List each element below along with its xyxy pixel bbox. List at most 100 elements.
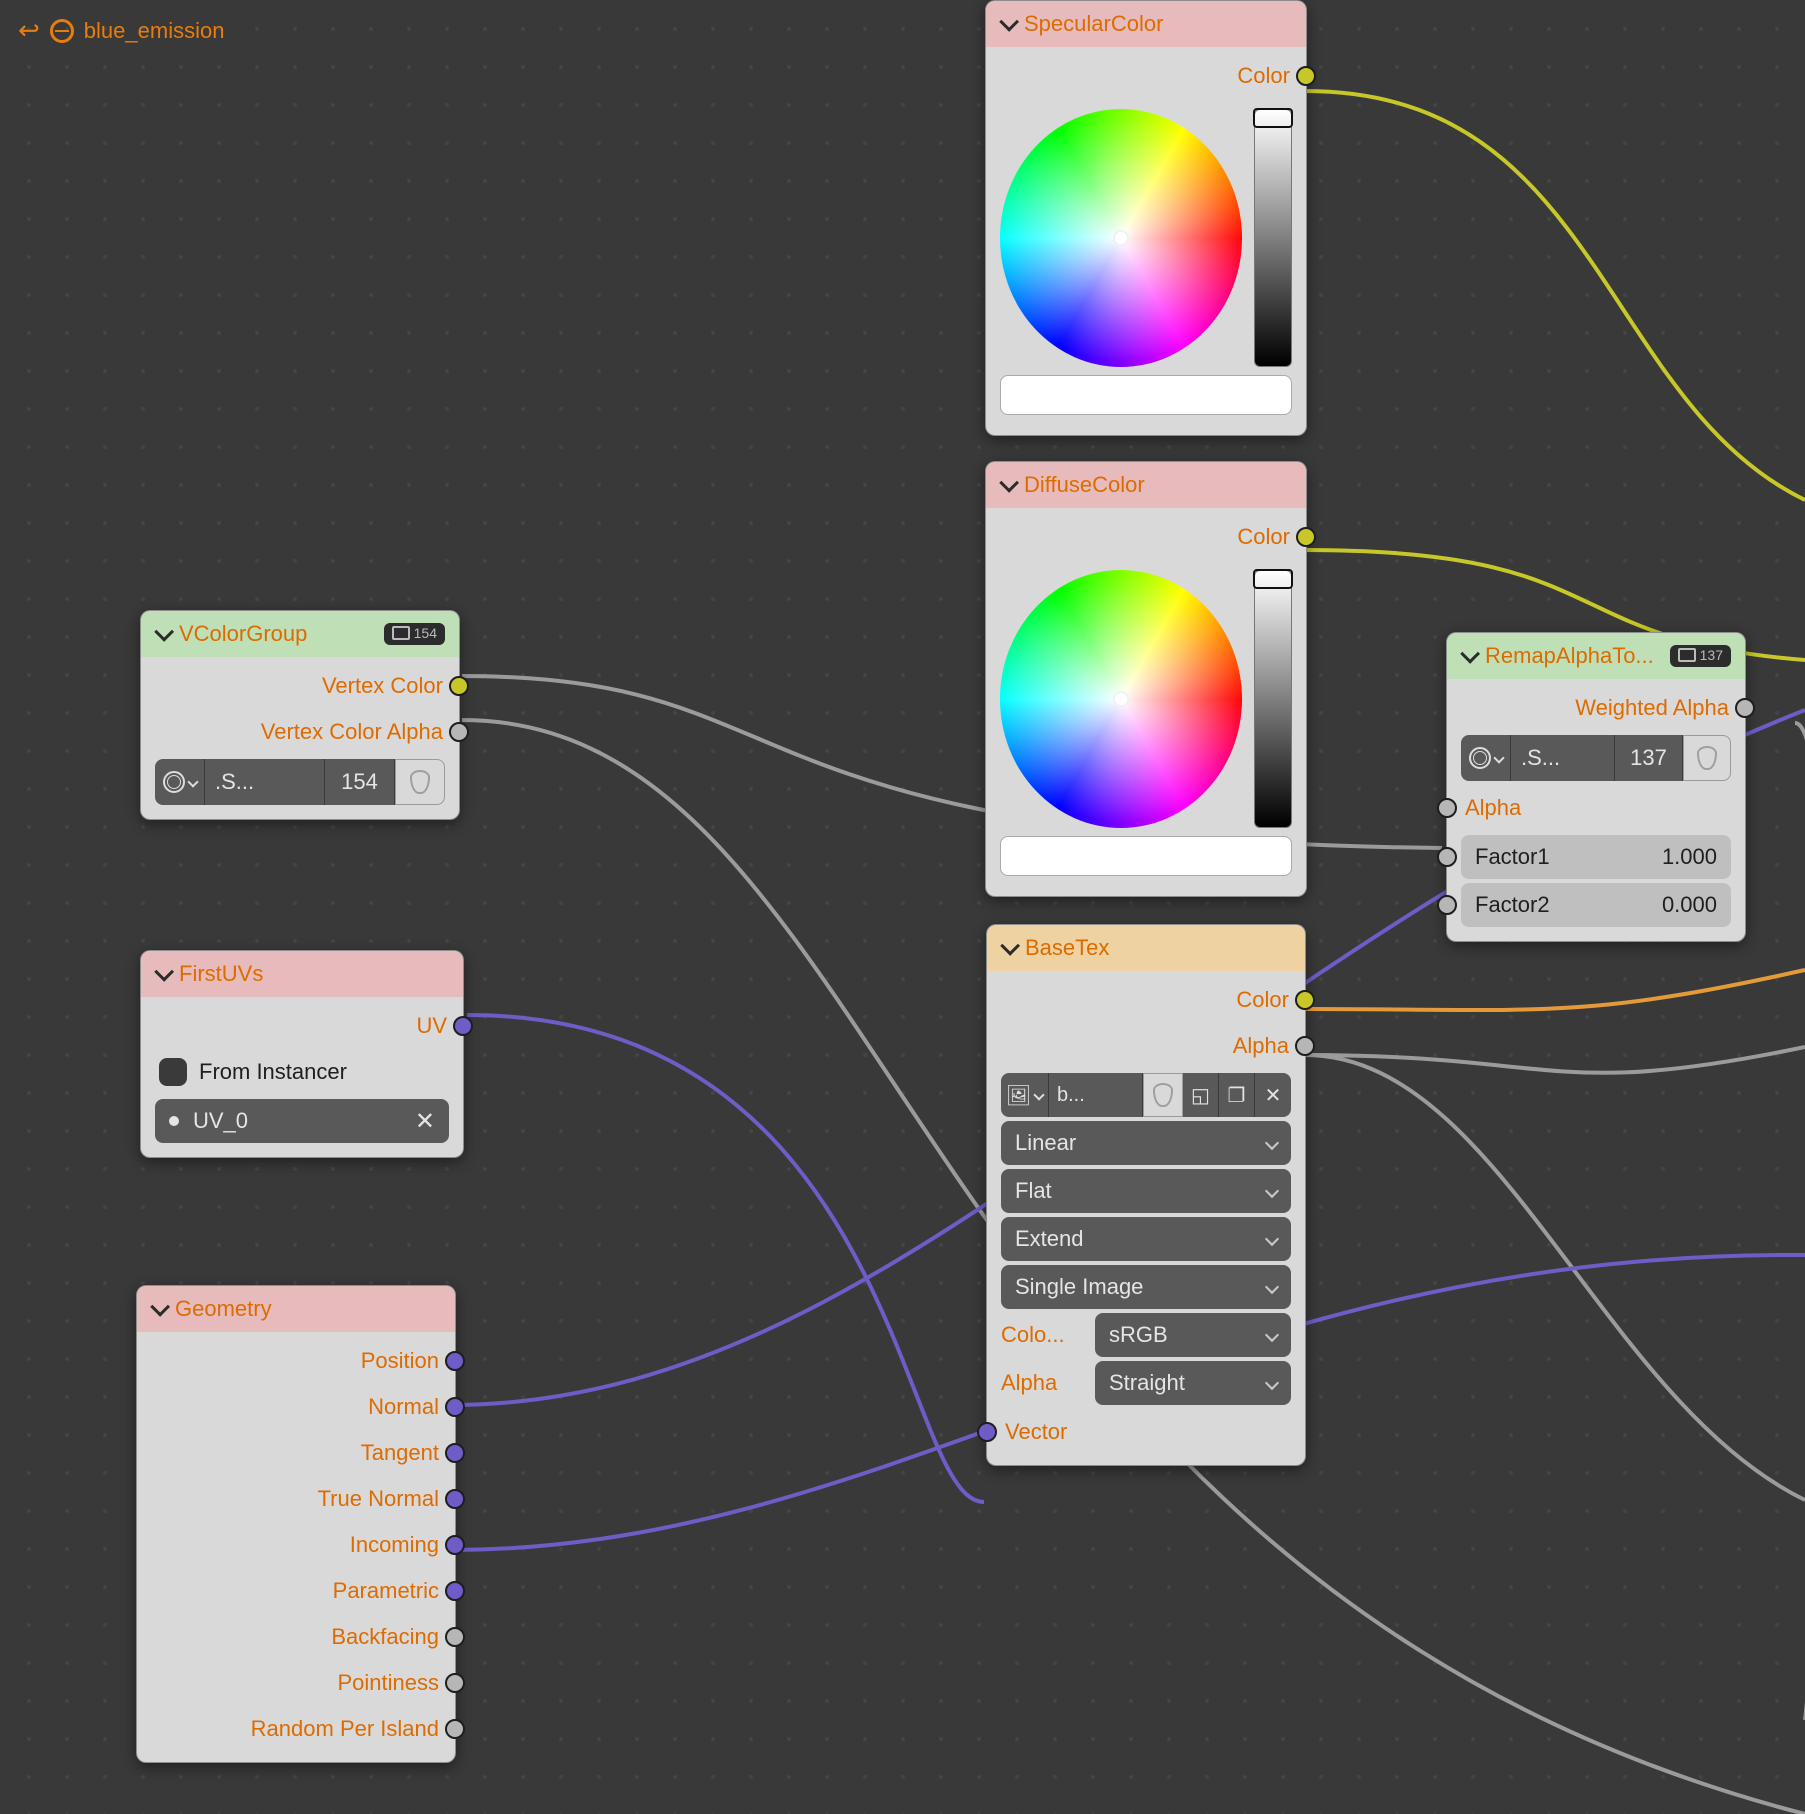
socket-position[interactable]: [445, 1351, 465, 1371]
shield-icon: [410, 770, 430, 794]
node-title: FirstUVs: [179, 961, 263, 987]
color-swatch[interactable]: [1000, 836, 1292, 876]
output-color: Color: [987, 977, 1305, 1023]
node-title: VColorGroup: [179, 621, 307, 647]
socket-output-weighted-alpha[interactable]: [1735, 698, 1755, 718]
node-title: RemapAlphaTo...: [1485, 643, 1654, 669]
colorspace-select[interactable]: sRGB: [1095, 1313, 1291, 1357]
node-header[interactable]: DiffuseColor: [986, 462, 1306, 508]
back-arrow-icon[interactable]: ↩: [18, 15, 40, 46]
users-badge[interactable]: 154: [384, 623, 445, 645]
node-header[interactable]: FirstUVs: [141, 951, 463, 997]
socket-normal[interactable]: [445, 1397, 465, 1417]
nodetree-icon: [163, 771, 185, 793]
node-header[interactable]: SpecularColor: [986, 1, 1306, 47]
projection-select[interactable]: Flat: [1001, 1169, 1291, 1213]
socket-output-vertex-color-alpha[interactable]: [449, 722, 469, 742]
socket-backfacing[interactable]: [445, 1627, 465, 1647]
node-title: DiffuseColor: [1024, 472, 1145, 498]
socket-output-color[interactable]: [1296, 527, 1316, 547]
socket-output-alpha[interactable]: [1295, 1036, 1315, 1056]
chevron-down-icon[interactable]: [154, 962, 174, 982]
breadcrumb: ↩ blue_emission: [18, 15, 224, 46]
output-color: Color: [986, 514, 1306, 560]
chevron-down-icon[interactable]: [999, 12, 1019, 32]
chevron-down-icon[interactable]: [154, 622, 174, 642]
nodegroup-datablock-selector[interactable]: .S... 137: [1461, 735, 1731, 781]
output-backfacing: Backfacing: [137, 1614, 455, 1660]
shield-icon: [1153, 1083, 1173, 1107]
color-picker[interactable]: [986, 560, 1306, 836]
factor2-field[interactable]: Factor2 0.000: [1461, 883, 1731, 927]
material-name: blue_emission: [84, 18, 225, 44]
socket-parametric[interactable]: [445, 1581, 465, 1601]
image-datablock-selector[interactable]: 🖼 b... ◱ ❐ ✕: [1001, 1073, 1291, 1117]
output-vertex-color-alpha: Vertex Color Alpha: [141, 709, 459, 755]
node-specular-color[interactable]: SpecularColor Color: [985, 0, 1307, 436]
colorspace-label: Colo...: [1001, 1322, 1081, 1348]
node-header[interactable]: Geometry: [137, 1286, 455, 1332]
users-badge[interactable]: 137: [1670, 645, 1731, 667]
chevron-down-icon[interactable]: [999, 473, 1019, 493]
socket-random-island[interactable]: [445, 1719, 465, 1739]
socket-input-alpha[interactable]: [1437, 798, 1457, 818]
socket-input-vector[interactable]: [977, 1422, 997, 1442]
node-header[interactable]: BaseTex: [987, 925, 1305, 971]
socket-incoming[interactable]: [445, 1535, 465, 1555]
socket-input-factor1[interactable]: [1437, 847, 1457, 867]
node-diffuse-color[interactable]: DiffuseColor Color: [985, 461, 1307, 897]
from-instancer-row[interactable]: From Instancer: [141, 1049, 463, 1095]
node-title: SpecularColor: [1024, 11, 1163, 37]
nodetree-icon: [1469, 747, 1491, 769]
socket-input-factor2[interactable]: [1437, 895, 1457, 915]
from-instancer-checkbox[interactable]: [159, 1058, 187, 1086]
output-pointiness: Pointiness: [137, 1660, 455, 1706]
node-title: Geometry: [175, 1296, 272, 1322]
input-vector: Vector: [987, 1409, 1305, 1455]
output-normal: Normal: [137, 1384, 455, 1430]
socket-true-normal[interactable]: [445, 1489, 465, 1509]
node-header[interactable]: VColorGroup 154: [141, 611, 459, 657]
node-header[interactable]: RemapAlphaTo... 137: [1447, 633, 1745, 679]
open-image-button[interactable]: ◱: [1183, 1073, 1219, 1117]
uv-map-selector[interactable]: UV_0 ✕: [155, 1099, 449, 1143]
socket-output-color[interactable]: [1295, 990, 1315, 1010]
chevron-down-icon[interactable]: [1460, 644, 1480, 664]
output-parametric: Parametric: [137, 1568, 455, 1614]
socket-output-color[interactable]: [1296, 66, 1316, 86]
chevron-down-icon[interactable]: [150, 1297, 170, 1317]
output-vertex-color: Vertex Color: [141, 663, 459, 709]
node-first-uvs[interactable]: FirstUVs UV From Instancer UV_0 ✕: [140, 950, 464, 1158]
output-alpha: Alpha: [987, 1023, 1305, 1069]
shield-icon: [1697, 746, 1717, 770]
output-incoming: Incoming: [137, 1522, 455, 1568]
chevron-down-icon[interactable]: [1000, 936, 1020, 956]
factor1-field[interactable]: Factor1 1.000: [1461, 835, 1731, 879]
output-true-normal: True Normal: [137, 1476, 455, 1522]
clear-icon[interactable]: ✕: [415, 1107, 435, 1136]
output-uv: UV: [141, 1003, 463, 1049]
node-remap-alpha[interactable]: RemapAlphaTo... 137 Weighted Alpha .S...…: [1446, 632, 1746, 942]
node-vcolor-group[interactable]: VColorGroup 154 Vertex Color Vertex Colo…: [140, 610, 460, 820]
socket-tangent[interactable]: [445, 1443, 465, 1463]
alpha-mode-select[interactable]: Straight: [1095, 1361, 1291, 1405]
output-random-per-island: Random Per Island: [137, 1706, 455, 1752]
alpha-mode-label: Alpha: [1001, 1370, 1081, 1396]
unpack-button[interactable]: ❐: [1219, 1073, 1255, 1117]
interpolation-select[interactable]: Linear: [1001, 1121, 1291, 1165]
node-base-tex[interactable]: BaseTex Color Alpha 🖼 b... ◱ ❐ ✕ Linear …: [986, 924, 1306, 1466]
image-browse-icon: 🖼: [1006, 1083, 1031, 1108]
nodegroup-icon: [1678, 648, 1696, 662]
source-select[interactable]: Single Image: [1001, 1265, 1291, 1309]
socket-pointiness[interactable]: [445, 1673, 465, 1693]
color-picker[interactable]: [986, 99, 1306, 375]
nodegroup-datablock-selector[interactable]: .S... 154: [155, 759, 445, 805]
extension-select[interactable]: Extend: [1001, 1217, 1291, 1261]
socket-output-vertex-color[interactable]: [449, 676, 469, 696]
color-swatch[interactable]: [1000, 375, 1292, 415]
node-geometry[interactable]: Geometry Position Normal Tangent True No…: [136, 1285, 456, 1763]
unlink-button[interactable]: ✕: [1255, 1073, 1291, 1117]
output-position: Position: [137, 1338, 455, 1384]
dot-icon: [169, 1116, 179, 1126]
socket-output-uv[interactable]: [453, 1016, 473, 1036]
